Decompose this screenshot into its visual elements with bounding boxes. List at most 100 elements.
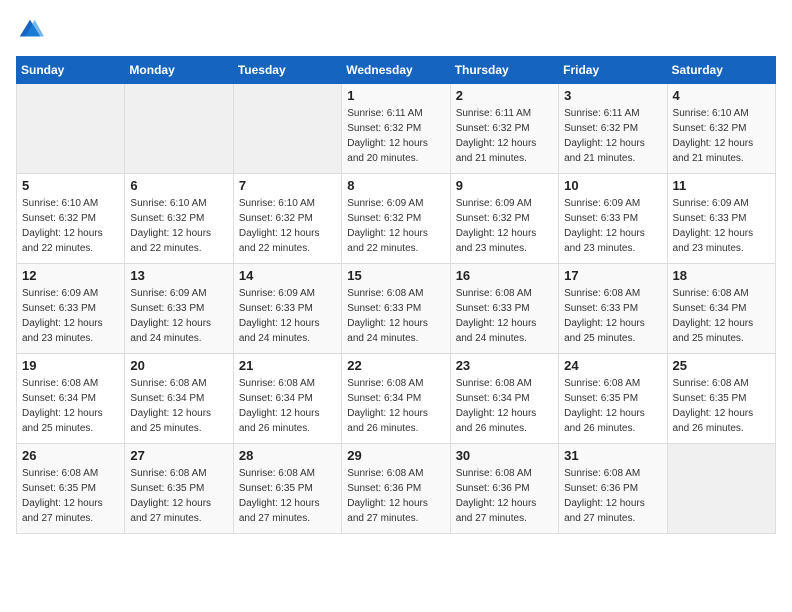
day-info: Sunrise: 6:08 AM Sunset: 6:34 PM Dayligh… <box>673 286 770 346</box>
daylight-label: Daylight: <box>673 408 712 419</box>
day-number: 16 <box>456 268 553 283</box>
day-info: Sunrise: 6:08 AM Sunset: 6:33 PM Dayligh… <box>456 286 553 346</box>
sunrise-label: Sunrise: <box>456 198 493 209</box>
daylight-label: Daylight: <box>564 228 603 239</box>
day-info: Sunrise: 6:08 AM Sunset: 6:34 PM Dayligh… <box>456 376 553 436</box>
day-info: Sunrise: 6:09 AM Sunset: 6:32 PM Dayligh… <box>456 196 553 256</box>
daylight-label: Daylight: <box>673 318 712 329</box>
sunrise-label: Sunrise: <box>239 468 276 479</box>
day-info: Sunrise: 6:08 AM Sunset: 6:35 PM Dayligh… <box>22 466 119 526</box>
weekday-header: Sunday <box>17 57 125 84</box>
page-header <box>16 16 776 44</box>
daylight-label: Daylight: <box>347 228 386 239</box>
weekday-header: Monday <box>125 57 233 84</box>
weekday-header: Saturday <box>667 57 775 84</box>
daylight-label: Daylight: <box>239 408 278 419</box>
sunrise-label: Sunrise: <box>673 378 710 389</box>
day-number: 6 <box>130 178 227 193</box>
day-number: 28 <box>239 448 336 463</box>
calendar-cell <box>125 84 233 174</box>
day-info: Sunrise: 6:08 AM Sunset: 6:35 PM Dayligh… <box>673 376 770 436</box>
sunset-label: Sunset: <box>456 483 490 494</box>
calendar-cell: 25 Sunrise: 6:08 AM Sunset: 6:35 PM Dayl… <box>667 354 775 444</box>
calendar-cell <box>233 84 341 174</box>
sunrise-label: Sunrise: <box>130 378 167 389</box>
calendar-cell: 15 Sunrise: 6:08 AM Sunset: 6:33 PM Dayl… <box>342 264 450 354</box>
day-number: 21 <box>239 358 336 373</box>
sunset-label: Sunset: <box>673 303 707 314</box>
day-number: 17 <box>564 268 661 283</box>
day-info: Sunrise: 6:08 AM Sunset: 6:34 PM Dayligh… <box>130 376 227 436</box>
daylight-label: Daylight: <box>130 228 169 239</box>
calendar-cell: 6 Sunrise: 6:10 AM Sunset: 6:32 PM Dayli… <box>125 174 233 264</box>
calendar-cell <box>17 84 125 174</box>
day-number: 12 <box>22 268 119 283</box>
sunrise-label: Sunrise: <box>22 198 59 209</box>
sunset-label: Sunset: <box>22 303 56 314</box>
sunrise-label: Sunrise: <box>347 288 384 299</box>
day-info: Sunrise: 6:09 AM Sunset: 6:33 PM Dayligh… <box>130 286 227 346</box>
sunset-label: Sunset: <box>130 303 164 314</box>
day-number: 3 <box>564 88 661 103</box>
calendar-cell: 26 Sunrise: 6:08 AM Sunset: 6:35 PM Dayl… <box>17 444 125 534</box>
calendar-week: 1 Sunrise: 6:11 AM Sunset: 6:32 PM Dayli… <box>17 84 776 174</box>
day-info: Sunrise: 6:11 AM Sunset: 6:32 PM Dayligh… <box>347 106 444 166</box>
day-number: 19 <box>22 358 119 373</box>
sunrise-label: Sunrise: <box>564 288 601 299</box>
calendar-cell: 24 Sunrise: 6:08 AM Sunset: 6:35 PM Dayl… <box>559 354 667 444</box>
calendar-cell: 7 Sunrise: 6:10 AM Sunset: 6:32 PM Dayli… <box>233 174 341 264</box>
calendar-week: 26 Sunrise: 6:08 AM Sunset: 6:35 PM Dayl… <box>17 444 776 534</box>
calendar-cell: 29 Sunrise: 6:08 AM Sunset: 6:36 PM Dayl… <box>342 444 450 534</box>
daylight-label: Daylight: <box>239 498 278 509</box>
day-info: Sunrise: 6:10 AM Sunset: 6:32 PM Dayligh… <box>673 106 770 166</box>
day-info: Sunrise: 6:08 AM Sunset: 6:33 PM Dayligh… <box>347 286 444 346</box>
sunset-label: Sunset: <box>564 393 598 404</box>
calendar-cell: 3 Sunrise: 6:11 AM Sunset: 6:32 PM Dayli… <box>559 84 667 174</box>
sunset-label: Sunset: <box>456 303 490 314</box>
day-info: Sunrise: 6:10 AM Sunset: 6:32 PM Dayligh… <box>239 196 336 256</box>
daylight-label: Daylight: <box>564 138 603 149</box>
sunrise-label: Sunrise: <box>130 288 167 299</box>
calendar-cell: 30 Sunrise: 6:08 AM Sunset: 6:36 PM Dayl… <box>450 444 558 534</box>
calendar-cell: 14 Sunrise: 6:09 AM Sunset: 6:33 PM Dayl… <box>233 264 341 354</box>
day-number: 25 <box>673 358 770 373</box>
day-info: Sunrise: 6:11 AM Sunset: 6:32 PM Dayligh… <box>456 106 553 166</box>
sunset-label: Sunset: <box>673 123 707 134</box>
daylight-label: Daylight: <box>22 318 61 329</box>
daylight-label: Daylight: <box>673 228 712 239</box>
day-number: 24 <box>564 358 661 373</box>
sunrise-label: Sunrise: <box>347 198 384 209</box>
calendar-cell: 31 Sunrise: 6:08 AM Sunset: 6:36 PM Dayl… <box>559 444 667 534</box>
day-info: Sunrise: 6:09 AM Sunset: 6:33 PM Dayligh… <box>564 196 661 256</box>
sunset-label: Sunset: <box>347 123 381 134</box>
sunset-label: Sunset: <box>347 213 381 224</box>
daylight-label: Daylight: <box>239 318 278 329</box>
daylight-label: Daylight: <box>347 408 386 419</box>
day-number: 5 <box>22 178 119 193</box>
day-number: 22 <box>347 358 444 373</box>
calendar-cell: 16 Sunrise: 6:08 AM Sunset: 6:33 PM Dayl… <box>450 264 558 354</box>
sunset-label: Sunset: <box>673 393 707 404</box>
calendar-week: 19 Sunrise: 6:08 AM Sunset: 6:34 PM Dayl… <box>17 354 776 444</box>
sunrise-label: Sunrise: <box>22 468 59 479</box>
sunrise-label: Sunrise: <box>456 378 493 389</box>
calendar-cell <box>667 444 775 534</box>
calendar-week: 12 Sunrise: 6:09 AM Sunset: 6:33 PM Dayl… <box>17 264 776 354</box>
day-info: Sunrise: 6:08 AM Sunset: 6:36 PM Dayligh… <box>564 466 661 526</box>
daylight-label: Daylight: <box>456 408 495 419</box>
daylight-label: Daylight: <box>347 318 386 329</box>
day-number: 8 <box>347 178 444 193</box>
calendar-cell: 2 Sunrise: 6:11 AM Sunset: 6:32 PM Dayli… <box>450 84 558 174</box>
weekday-header: Friday <box>559 57 667 84</box>
weekday-header: Tuesday <box>233 57 341 84</box>
daylight-label: Daylight: <box>22 228 61 239</box>
day-info: Sunrise: 6:08 AM Sunset: 6:33 PM Dayligh… <box>564 286 661 346</box>
day-info: Sunrise: 6:11 AM Sunset: 6:32 PM Dayligh… <box>564 106 661 166</box>
calendar-cell: 9 Sunrise: 6:09 AM Sunset: 6:32 PM Dayli… <box>450 174 558 264</box>
calendar-cell: 20 Sunrise: 6:08 AM Sunset: 6:34 PM Dayl… <box>125 354 233 444</box>
day-info: Sunrise: 6:10 AM Sunset: 6:32 PM Dayligh… <box>22 196 119 256</box>
calendar-cell: 22 Sunrise: 6:08 AM Sunset: 6:34 PM Dayl… <box>342 354 450 444</box>
sunset-label: Sunset: <box>22 213 56 224</box>
daylight-label: Daylight: <box>456 228 495 239</box>
day-info: Sunrise: 6:08 AM Sunset: 6:36 PM Dayligh… <box>347 466 444 526</box>
